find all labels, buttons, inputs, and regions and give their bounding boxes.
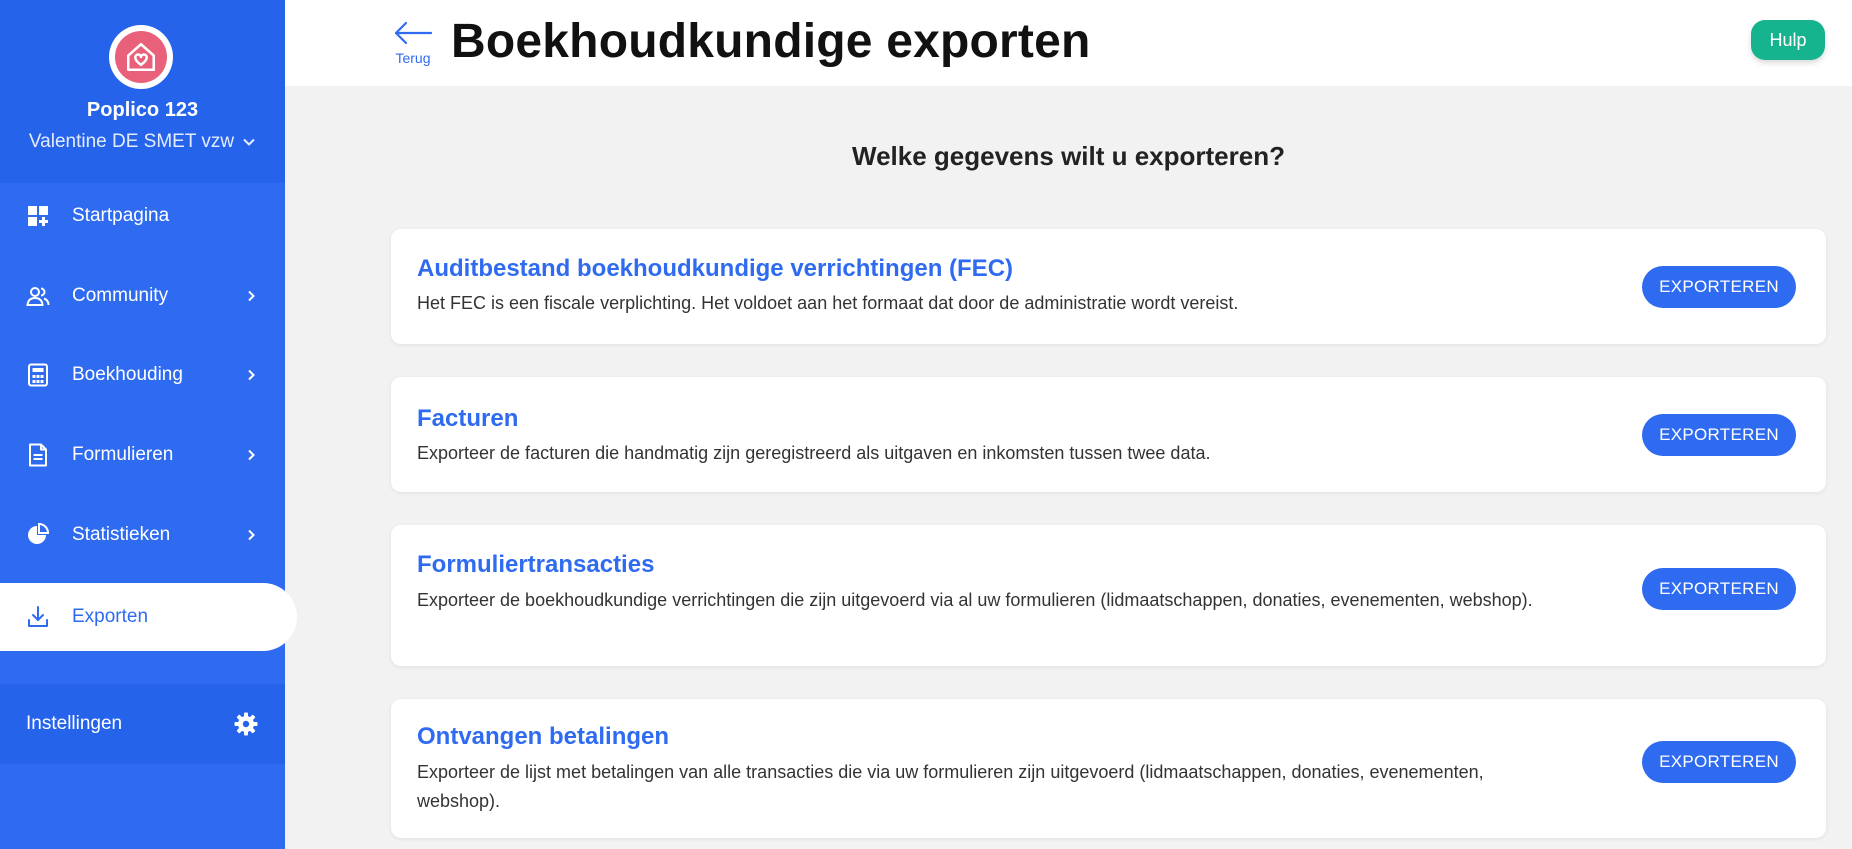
export-question: Welke gegevens wilt u exporteren? — [852, 141, 1285, 171]
organization-logo — [109, 25, 173, 89]
sidebar: Poplico 123 Valentine DE SMET vzw Startp… — [0, 0, 297, 849]
pie-chart-icon — [26, 523, 50, 547]
sidebar-item-exporten[interactable]: Exporten — [0, 583, 297, 651]
sidebar-item-boekhouding[interactable]: Boekhouding — [0, 345, 285, 405]
download-icon — [26, 605, 50, 629]
gear-icon — [234, 712, 258, 736]
sidebar-item-label: Statistieken — [72, 524, 171, 545]
chevron-right-icon — [248, 290, 255, 302]
card-description: Exporteer de facturen die handmatig zijn… — [417, 443, 1211, 463]
chevron-right-icon — [248, 369, 255, 381]
card-description: Exporteer de boekhoudkundige verrichting… — [417, 590, 1533, 610]
card-title: Ontvangen betalingen — [417, 723, 670, 750]
sidebar-item-label: Formulieren — [72, 444, 174, 465]
dashboard-icon — [26, 204, 50, 228]
account-switcher[interactable]: Valentine DE SMET vzw — [0, 131, 285, 153]
back-button[interactable]: Terug — [393, 20, 433, 66]
organization-header: Poplico 123 Valentine DE SMET vzw — [0, 0, 285, 183]
card-title: Facturen — [417, 405, 519, 432]
card-description: Het FEC is een fiscale verplichting. Het… — [417, 293, 1239, 313]
sidebar-item-label: Startpagina — [72, 205, 170, 226]
export-ontvangen-betalingen-button[interactable]: EXPORTEREN — [1642, 741, 1796, 783]
sidebar-item-startpagina[interactable]: Startpagina — [0, 186, 285, 246]
card-title: Auditbestand boekhoudkundige verrichting… — [417, 255, 1014, 282]
sidebar-item-label: Community — [72, 285, 169, 306]
sidebar-item-community[interactable]: Community — [0, 266, 285, 326]
calculator-icon — [26, 363, 50, 387]
card-description: Exporteer de lijst met betalingen van al… — [417, 762, 1484, 811]
card-title: Formuliertransacties — [417, 551, 655, 578]
chevron-right-icon — [248, 449, 255, 461]
export-card-fec: Auditbestand boekhoudkundige verrichting… — [391, 229, 1826, 344]
export-card-formuliertransacties: Formuliertransacties Exporteer de boekho… — [391, 525, 1826, 666]
arrow-left-icon — [394, 21, 433, 45]
document-icon — [26, 443, 50, 467]
page-title: Boekhoudkundige exporten — [451, 15, 1091, 68]
sidebar-item-instellingen[interactable]: Instellingen — [0, 684, 285, 764]
export-card-ontvangen-betalingen: Ontvangen betalingen Exporteer de lijst … — [391, 699, 1826, 838]
export-card-facturen: Facturen Exporteer de facturen die handm… — [391, 377, 1826, 492]
users-icon — [26, 284, 50, 308]
house-heart-icon — [126, 42, 156, 72]
sidebar-item-label: Exporten — [72, 606, 149, 627]
export-facturen-button[interactable]: EXPORTEREN — [1642, 414, 1796, 456]
chevron-down-icon — [243, 138, 255, 146]
help-button[interactable]: Hulp — [1751, 20, 1825, 60]
sidebar-item-formulieren[interactable]: Formulieren — [0, 425, 285, 485]
back-label: Terug — [395, 50, 431, 66]
export-formuliertransacties-button[interactable]: EXPORTEREN — [1642, 568, 1796, 610]
export-fec-button[interactable]: EXPORTEREN — [1642, 266, 1796, 308]
organization-name: Poplico 123 — [86, 99, 199, 121]
sidebar-item-label: Boekhouding — [72, 364, 183, 385]
settings-label: Instellingen — [26, 713, 123, 734]
sidebar-item-statistieken[interactable]: Statistieken — [0, 505, 285, 565]
chevron-right-icon — [248, 529, 255, 541]
account-name: Valentine DE SMET vzw — [28, 131, 235, 152]
